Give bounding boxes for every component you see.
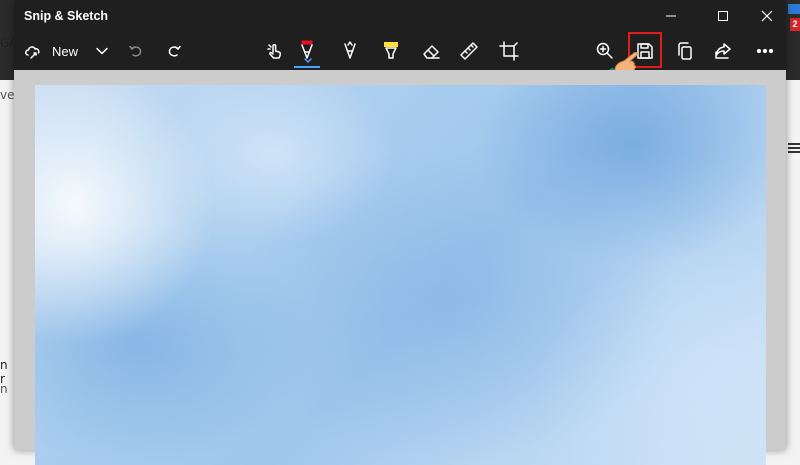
pencil-icon bbox=[344, 41, 356, 59]
minimize-button[interactable] bbox=[648, 0, 694, 32]
background-text: n bbox=[0, 382, 8, 396]
highlighter-button[interactable] bbox=[380, 35, 402, 67]
snip-sketch-window: Snip & Sketch New bbox=[14, 0, 786, 465]
more-icon bbox=[756, 48, 774, 54]
redo-button[interactable] bbox=[164, 35, 184, 67]
background-text: ve bbox=[0, 88, 15, 102]
minimize-icon bbox=[666, 15, 676, 17]
chevron-down-icon bbox=[96, 47, 108, 55]
redo-icon bbox=[168, 45, 181, 57]
menu-icon bbox=[788, 143, 800, 155]
captured-image[interactable] bbox=[35, 85, 766, 465]
copy-button[interactable] bbox=[674, 35, 696, 67]
touch-writing-button[interactable] bbox=[264, 35, 286, 67]
crop-button[interactable] bbox=[498, 35, 520, 67]
notification-badge: 2 bbox=[790, 18, 800, 31]
copy-icon bbox=[678, 42, 692, 60]
share-button[interactable] bbox=[712, 35, 734, 67]
crop-icon bbox=[499, 41, 519, 61]
maximize-icon bbox=[718, 11, 728, 21]
canvas-area[interactable] bbox=[14, 70, 786, 465]
share-icon bbox=[715, 43, 731, 59]
background-right-panel bbox=[785, 0, 800, 450]
undo-button[interactable] bbox=[126, 35, 146, 67]
close-icon bbox=[761, 10, 773, 22]
highlighter-icon bbox=[384, 42, 398, 59]
touch-writing-icon bbox=[267, 44, 282, 59]
more-button[interactable] bbox=[754, 35, 776, 67]
title-bar: Snip & Sketch bbox=[14, 0, 786, 32]
ruler-icon bbox=[460, 42, 478, 60]
new-button[interactable]: New bbox=[24, 35, 78, 67]
new-options-dropdown[interactable] bbox=[92, 35, 112, 67]
eraser-icon bbox=[423, 45, 440, 59]
toolbar: New bbox=[14, 32, 786, 83]
eraser-button[interactable] bbox=[420, 35, 442, 67]
selected-tool-indicator bbox=[294, 66, 320, 68]
maximize-button[interactable] bbox=[700, 0, 746, 32]
chevron-down-icon bbox=[304, 58, 312, 63]
pencil-button[interactable] bbox=[340, 35, 360, 67]
window-title: Snip & Sketch bbox=[24, 9, 109, 23]
undo-icon bbox=[129, 45, 142, 57]
pen-options-chevron[interactable] bbox=[300, 56, 316, 66]
ruler-button[interactable] bbox=[458, 35, 480, 67]
background-left-panel: GA ve n r n bbox=[0, 0, 18, 450]
new-button-label: New bbox=[52, 43, 79, 59]
new-snip-icon bbox=[25, 46, 40, 59]
close-button[interactable] bbox=[744, 0, 790, 32]
